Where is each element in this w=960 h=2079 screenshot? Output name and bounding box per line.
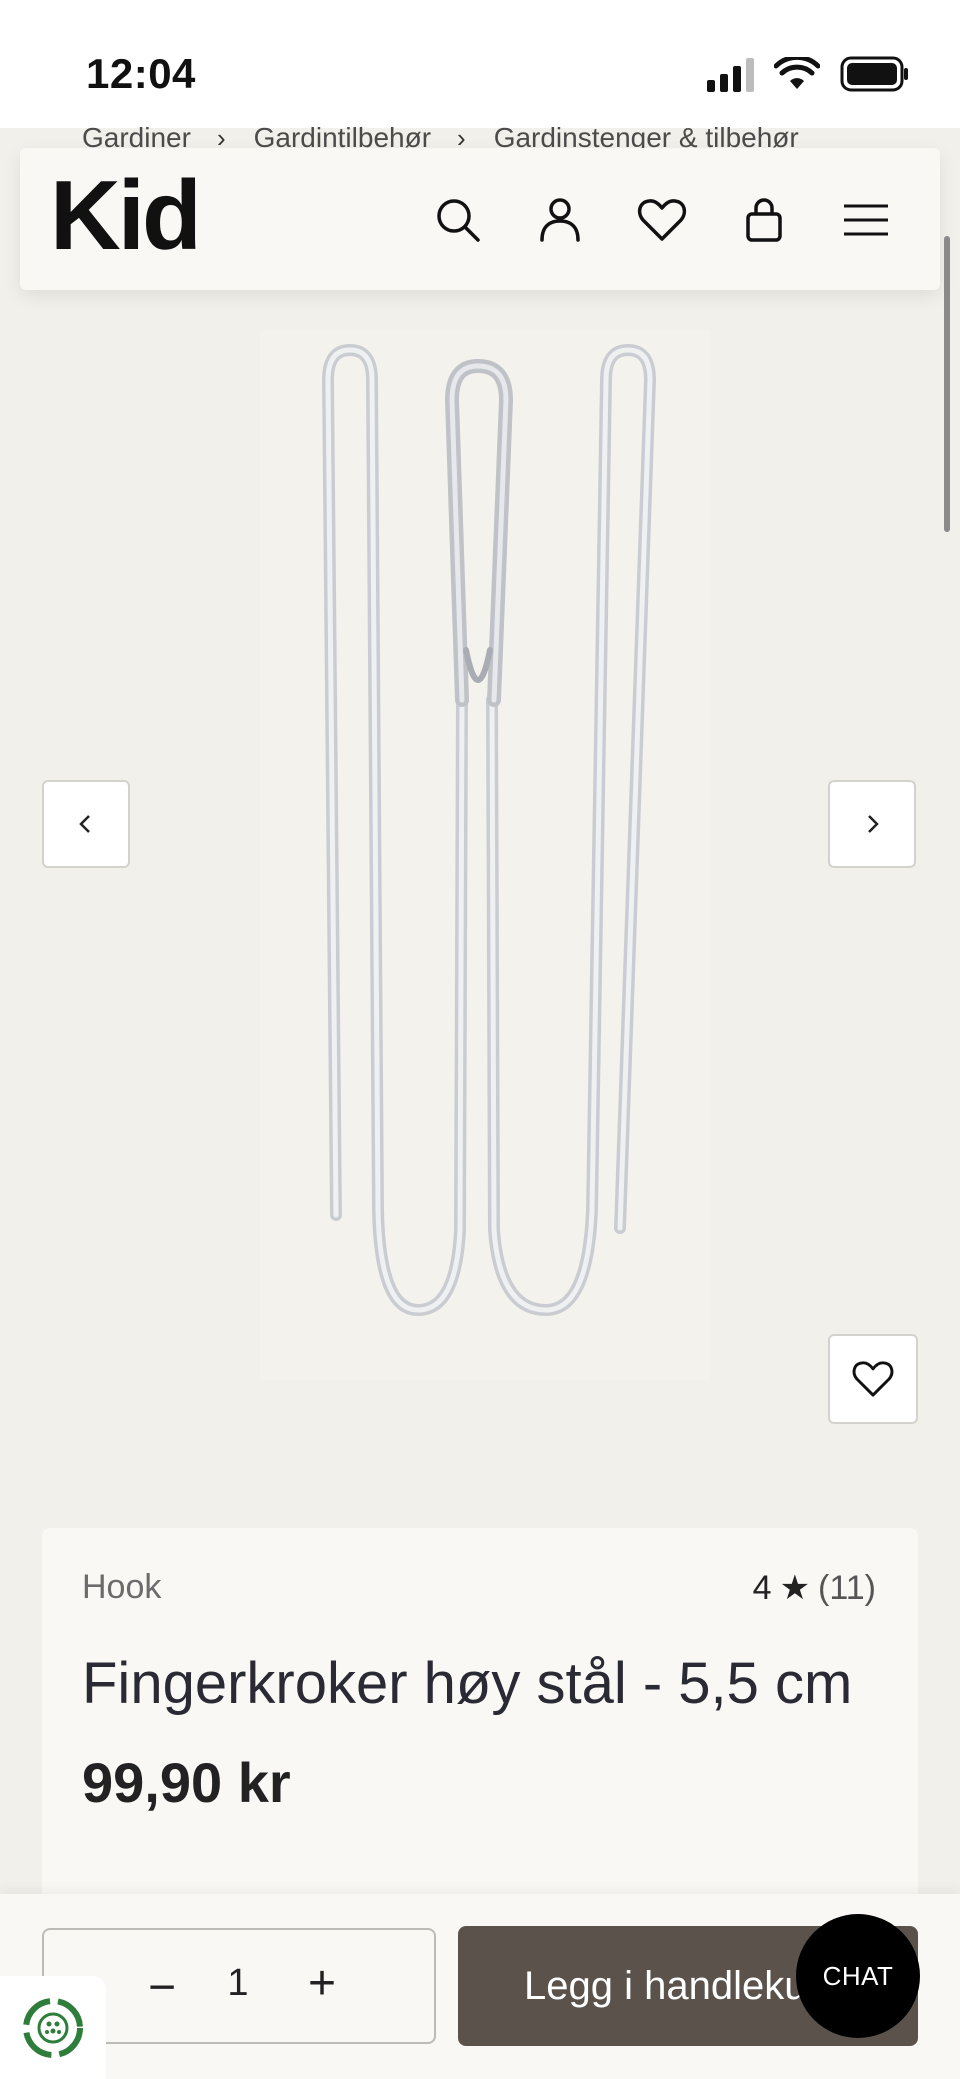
increase-quantity-button[interactable]: + xyxy=(300,1956,344,2011)
recycle-icon xyxy=(23,1997,83,2058)
heart-icon xyxy=(852,1361,894,1397)
product-brand[interactable]: Hook xyxy=(82,1568,161,1607)
battery-icon xyxy=(840,56,908,92)
review-count: (11) xyxy=(818,1568,876,1607)
status-bar: 12:04 xyxy=(0,0,960,128)
product-price: 99,90 kr xyxy=(82,1751,291,1814)
site-header: Kid xyxy=(20,148,940,290)
chevron-left-icon xyxy=(79,815,90,833)
status-icons xyxy=(707,56,910,92)
chat-button[interactable]: CHAT xyxy=(796,1914,920,2038)
eco-badge[interactable] xyxy=(0,1976,106,2079)
user-icon[interactable] xyxy=(534,194,586,246)
decrease-quantity-button[interactable]: − xyxy=(140,1960,184,2015)
shopping-bag-icon[interactable] xyxy=(738,194,790,246)
heart-icon[interactable] xyxy=(636,194,688,246)
logo[interactable]: Kid xyxy=(50,166,202,264)
quantity-value[interactable]: 1 xyxy=(218,1962,258,2005)
product-title: Fingerkroker høy stål - 5,5 cm xyxy=(82,1651,853,1716)
gallery-next-button[interactable] xyxy=(828,780,916,868)
product-rating[interactable]: 4 ★ (11) xyxy=(753,1568,876,1608)
cellular-signal-icon xyxy=(707,56,754,92)
wifi-icon xyxy=(774,57,820,89)
product-info-card: Hook 4 ★ (11) Fingerkroker høy stål - 5,… xyxy=(42,1528,918,1948)
chevron-right-icon xyxy=(868,815,879,833)
product-image-gallery xyxy=(0,290,960,1430)
product-image xyxy=(260,330,710,1380)
search-icon[interactable] xyxy=(432,194,484,246)
menu-icon[interactable] xyxy=(840,194,892,246)
status-time: 12:04 xyxy=(86,50,196,97)
star-icon: ★ xyxy=(779,1569,811,1607)
gallery-prev-button[interactable] xyxy=(42,780,130,868)
add-to-wishlist-button[interactable] xyxy=(828,1334,918,1424)
rating-value: 4 xyxy=(752,1568,772,1607)
